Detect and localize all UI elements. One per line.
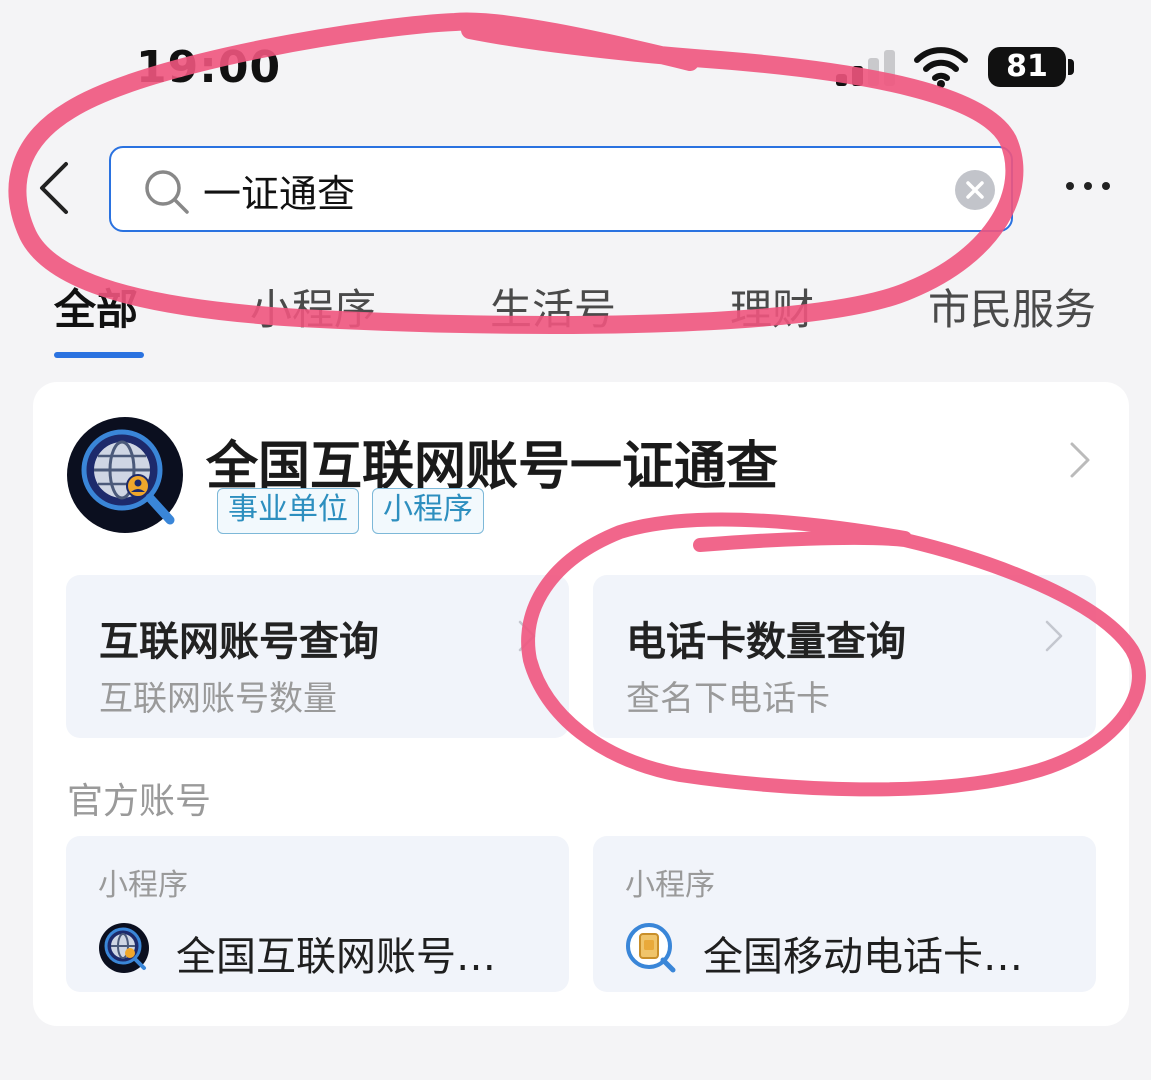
sim-card-search-icon — [626, 923, 676, 973]
tag-institution: 事业单位 — [217, 488, 359, 534]
active-tab-indicator — [54, 352, 144, 358]
cellular-signal-icon — [836, 50, 896, 86]
chevron-right-icon[interactable] — [1068, 440, 1092, 480]
globe-search-logo-icon[interactable] — [66, 416, 184, 534]
wifi-icon — [914, 47, 968, 88]
service-desc: 查名下电话卡 — [626, 679, 830, 719]
service-internet-account-query[interactable]: 互联网账号查询 互联网账号数量 — [66, 575, 569, 738]
chevron-right-icon — [518, 620, 536, 652]
tab-finance[interactable]: 理财 — [730, 276, 814, 337]
chevron-right-icon — [1045, 620, 1063, 652]
back-arrow-icon[interactable] — [36, 160, 72, 216]
tab-mini-programs[interactable]: 小程序 — [250, 276, 376, 337]
battery-indicator: 81 — [988, 47, 1066, 87]
service-title: 互联网账号查询 — [99, 619, 379, 665]
search-bar — [109, 146, 1013, 232]
mini-program-type: 小程序 — [98, 868, 188, 903]
tab-all[interactable]: 全部 — [54, 276, 138, 337]
globe-search-icon — [99, 923, 149, 973]
mini-program-name: 全国移动电话卡… — [703, 934, 1023, 980]
search-icon — [145, 170, 189, 214]
official-accounts-label: 官方账号 — [67, 781, 212, 822]
search-input[interactable] — [203, 162, 923, 218]
mini-program-internet-account[interactable]: 小程序 全国互联网账号… — [66, 836, 569, 992]
mini-program-phone-card[interactable]: 小程序 全国移动电话卡… — [593, 836, 1096, 992]
service-title: 电话卡数量查询 — [626, 619, 906, 665]
mini-program-type: 小程序 — [625, 868, 715, 903]
status-time: 19:00 — [136, 42, 282, 93]
battery-tip — [1068, 59, 1074, 75]
mini-program-name: 全国互联网账号… — [176, 934, 496, 980]
service-phone-card-query[interactable]: 电话卡数量查询 查名下电话卡 — [593, 575, 1096, 738]
service-desc: 互联网账号数量 — [99, 679, 337, 719]
more-options-icon[interactable] — [1066, 170, 1110, 200]
clear-search-icon[interactable] — [955, 170, 995, 210]
tab-life-accounts[interactable]: 生活号 — [490, 276, 616, 337]
tab-citizen-services[interactable]: 市民服务 — [928, 276, 1096, 337]
tag-mini-program: 小程序 — [372, 488, 484, 534]
